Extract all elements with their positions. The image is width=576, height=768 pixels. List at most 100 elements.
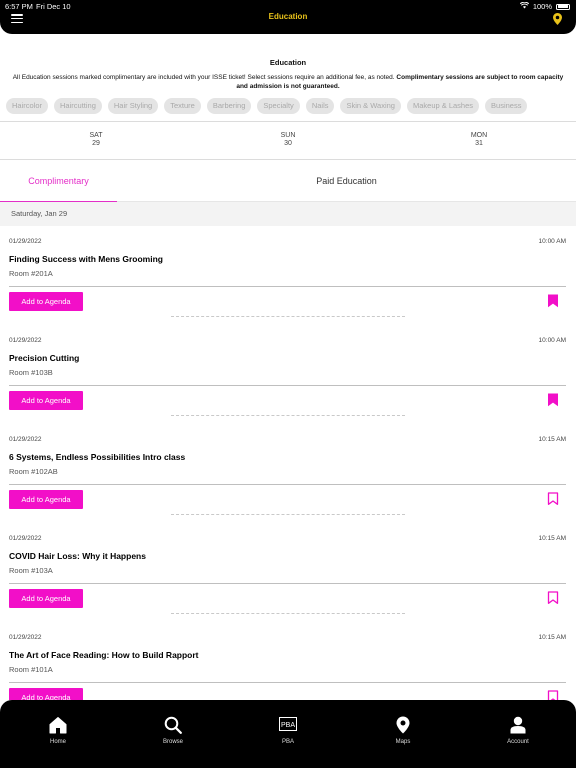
session-date: 01/29/2022 bbox=[9, 238, 42, 245]
session-time: 10:15 AM bbox=[538, 634, 566, 641]
bookmark-outline-icon[interactable] bbox=[547, 492, 559, 506]
day-mon[interactable]: MON 31 bbox=[449, 132, 509, 148]
battery-icon bbox=[556, 3, 570, 10]
day-number: 30 bbox=[284, 140, 292, 147]
pba-logo-icon: PBA bbox=[258, 715, 318, 735]
session-time: 10:15 AM bbox=[538, 436, 566, 443]
tabbar-home[interactable]: Home bbox=[28, 715, 88, 745]
bookmark-filled-icon[interactable] bbox=[547, 393, 559, 407]
education-intro: Education All Education sessions marked … bbox=[0, 58, 576, 91]
session-date: 01/29/2022 bbox=[9, 634, 42, 641]
tabbar-account[interactable]: Account bbox=[488, 715, 548, 745]
divider bbox=[9, 286, 566, 287]
bookmark-outline-icon[interactable] bbox=[547, 690, 559, 700]
bookmark-filled-icon[interactable] bbox=[547, 294, 559, 308]
bottom-tab-bar: Home Browse PBA PBA Maps Account bbox=[0, 700, 576, 768]
session-room: Room #102AB bbox=[9, 467, 58, 476]
session-title[interactable]: Precision Cutting bbox=[9, 353, 79, 363]
session-title[interactable]: COVID Hair Loss: Why it Happens bbox=[9, 551, 146, 561]
status-right: 100% bbox=[519, 1, 570, 11]
intro-text: All Education sessions marked compliment… bbox=[0, 73, 576, 91]
divider bbox=[171, 613, 405, 614]
day-weekday: MON bbox=[470, 132, 488, 139]
status-date: Fri Dec 10 bbox=[36, 2, 71, 11]
date-section-header: Saturday, Jan 29 bbox=[0, 202, 576, 226]
chip-barbering[interactable]: Barbering bbox=[206, 98, 252, 114]
divider bbox=[9, 385, 566, 386]
pba-icon-text: PBA bbox=[281, 722, 295, 729]
add-to-agenda-button[interactable]: Add to Agenda bbox=[9, 490, 83, 509]
session-card: 01/29/2022 10:15 AM COVID Hair Loss: Why… bbox=[0, 523, 576, 622]
session-room: Room #201A bbox=[9, 269, 53, 278]
divider bbox=[171, 514, 405, 515]
session-card: 01/29/2022 10:15 AM The Art of Face Read… bbox=[0, 622, 576, 700]
session-card: 01/29/2022 10:00 AM Precision Cutting Ro… bbox=[0, 325, 576, 424]
top-nav-bar: Education bbox=[0, 12, 576, 34]
session-room: Room #103B bbox=[9, 368, 53, 377]
chip-hair-styling[interactable]: Hair Styling bbox=[107, 98, 159, 114]
tabbar-label: Account bbox=[507, 739, 529, 745]
add-to-agenda-button[interactable]: Add to Agenda bbox=[9, 688, 83, 700]
map-pin-icon bbox=[373, 715, 433, 735]
divider bbox=[171, 415, 405, 416]
tabbar-maps[interactable]: Maps bbox=[373, 715, 433, 745]
education-tabs: Complimentary Paid Education bbox=[0, 161, 576, 203]
day-selector: SAT 29 SUN 30 MON 31 bbox=[0, 121, 576, 160]
tabbar-label: Home bbox=[49, 739, 66, 745]
location-pin-icon[interactable] bbox=[553, 12, 562, 30]
tabbar-label: Browse bbox=[162, 739, 183, 745]
add-to-agenda-button[interactable]: Add to Agenda bbox=[9, 589, 83, 608]
session-time: 10:15 AM bbox=[538, 535, 566, 542]
day-weekday: SUN bbox=[280, 132, 296, 139]
search-icon bbox=[143, 715, 203, 735]
chip-haircolor[interactable]: Haircolor bbox=[6, 98, 49, 114]
wifi-icon bbox=[519, 1, 529, 11]
session-list: 01/29/2022 10:00 AM Finding Success with… bbox=[0, 226, 576, 700]
session-card: 01/29/2022 10:15 AM 6 Systems, Endless P… bbox=[0, 424, 576, 523]
session-time: 10:00 AM bbox=[538, 238, 566, 245]
chip-specialty[interactable]: Specialty bbox=[257, 98, 300, 114]
home-icon bbox=[28, 715, 88, 735]
bookmark-outline-icon[interactable] bbox=[547, 591, 559, 605]
divider bbox=[9, 682, 566, 683]
page-title: Education bbox=[268, 12, 308, 21]
session-date: 01/29/2022 bbox=[9, 337, 42, 344]
chip-skin-waxing[interactable]: Skin & Waxing bbox=[340, 98, 401, 114]
chip-business[interactable]: Business bbox=[485, 98, 528, 114]
battery-percent: 100% bbox=[532, 2, 552, 11]
session-time: 10:00 AM bbox=[538, 337, 566, 344]
session-card: 01/29/2022 10:00 AM Finding Success with… bbox=[0, 226, 576, 325]
add-to-agenda-button[interactable]: Add to Agenda bbox=[9, 292, 83, 311]
status-bar: 6:57 PM Fri Dec 10 100% bbox=[0, 0, 576, 12]
day-number: 29 bbox=[92, 140, 100, 147]
chip-makeup-lashes[interactable]: Makeup & Lashes bbox=[406, 98, 480, 114]
chip-texture[interactable]: Texture bbox=[164, 98, 201, 114]
divider bbox=[171, 316, 405, 317]
session-date: 01/29/2022 bbox=[9, 535, 42, 542]
intro-text-normal: All Education sessions marked compliment… bbox=[12, 74, 397, 81]
chip-haircutting[interactable]: Haircutting bbox=[54, 98, 102, 114]
day-sun[interactable]: SUN 30 bbox=[258, 132, 318, 148]
category-filter-chips: Haircolor Haircutting Hair Styling Textu… bbox=[6, 98, 576, 116]
session-title[interactable]: The Art of Face Reading: How to Build Ra… bbox=[9, 650, 199, 660]
tabbar-pba[interactable]: PBA PBA bbox=[258, 715, 318, 745]
session-room: Room #101A bbox=[9, 665, 53, 674]
tabbar-label: Maps bbox=[395, 739, 411, 745]
session-title[interactable]: Finding Success with Mens Grooming bbox=[9, 254, 163, 264]
status-time: 6:57 PM bbox=[5, 2, 33, 11]
tabbar-browse[interactable]: Browse bbox=[143, 715, 203, 745]
session-room: Room #103A bbox=[9, 566, 53, 575]
tab-complimentary[interactable]: Complimentary bbox=[0, 161, 117, 203]
divider bbox=[9, 583, 566, 584]
tab-paid-education[interactable]: Paid Education bbox=[117, 161, 576, 202]
add-to-agenda-button[interactable]: Add to Agenda bbox=[9, 391, 83, 410]
day-sat[interactable]: SAT 29 bbox=[66, 132, 126, 148]
chip-nails[interactable]: Nails bbox=[305, 98, 335, 114]
day-weekday: SAT bbox=[89, 132, 103, 139]
account-icon bbox=[488, 715, 548, 735]
session-date: 01/29/2022 bbox=[9, 436, 42, 443]
session-title[interactable]: 6 Systems, Endless Possibilities Intro c… bbox=[9, 452, 185, 462]
tabbar-label: PBA bbox=[281, 739, 294, 745]
intro-heading: Education bbox=[269, 58, 307, 67]
divider bbox=[9, 484, 566, 485]
